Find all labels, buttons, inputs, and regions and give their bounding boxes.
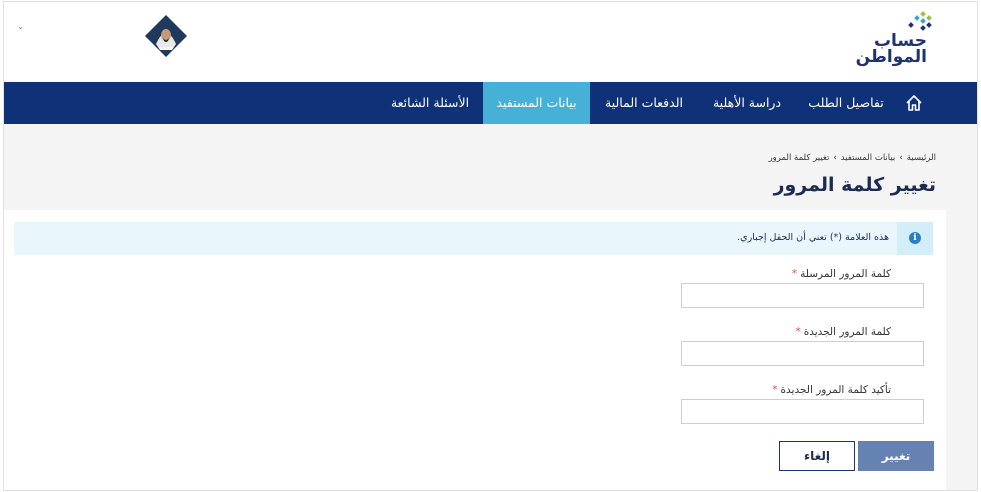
form-card: i هذه العلامة (*) تعني أن الحقل إجباري. … [4,210,946,490]
main-nav: تفاصيل الطلب دراسة الأهلية الدفعات المال… [4,82,977,124]
breadcrumb-separator: › [833,153,837,163]
cancel-button[interactable]: إلغاء [779,441,855,471]
new-password-label: كلمة المرور الجديدة* [795,326,891,338]
logo-line2: المواطن [855,47,927,67]
page-title: تغيير كلمة المرور [773,174,936,196]
avatar[interactable] [144,14,188,58]
breadcrumb: الرئيسية›بيانات المستفيد›تغيير كلمة المر… [769,153,936,163]
confirm-password-label: تأكيد كلمة المرور الجديدة* [772,384,891,396]
breadcrumb-parent[interactable]: بيانات المستفيد [841,153,896,163]
required-mark: * [791,268,798,280]
nav-item-faq[interactable]: الأسئلة الشائعة [380,82,480,124]
nav-item-request-details[interactable]: تفاصيل الطلب [799,82,893,124]
home-icon[interactable] [904,93,924,113]
breadcrumb-current: تغيير كلمة المرور [768,153,830,163]
nav-item-payments[interactable]: الدفعات المالية [594,82,694,124]
info-icon: i [909,232,921,244]
site-logo[interactable]: حساب المواطن [847,11,937,67]
breadcrumb-home[interactable]: الرئيسية [907,153,936,163]
confirm-password-field[interactable] [681,399,924,424]
info-text: هذه العلامة (*) تعني أن الحقل إجباري. [737,232,889,243]
page-frame: ˇ حساب المواطن تفاصيل الطلب دراسة الأهلي… [3,1,978,491]
nav-item-beneficiary-data[interactable]: بيانات المستفيد [483,82,590,124]
new-password-field[interactable] [681,341,924,366]
current-password-label: كلمة المرور المرسلة* [791,268,891,280]
info-alert: i هذه العلامة (*) تعني أن الحقل إجباري. [14,222,933,255]
change-button[interactable]: تغيير [858,441,934,471]
chevron-down-icon[interactable]: ˇ [18,27,23,38]
required-mark: * [795,326,801,338]
breadcrumb-separator: › [899,153,903,163]
site-header: ˇ حساب المواطن [4,2,977,82]
required-mark: * [772,384,778,396]
nav-item-eligibility[interactable]: دراسة الأهلية [700,82,794,124]
current-password-field[interactable] [681,283,924,308]
